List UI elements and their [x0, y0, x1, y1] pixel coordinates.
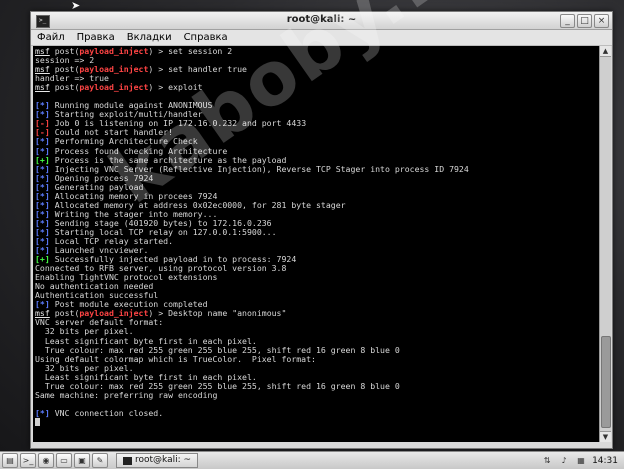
taskbar-task-label: root@kali: ~ [135, 455, 192, 465]
vertical-scrollbar[interactable]: ▲ ▼ [599, 46, 611, 442]
network-icon[interactable]: ⇅ [541, 455, 553, 466]
taskbar: ▤ >_ ◉ ▭ ▣ ✎ root@kali: ~ ⇅ ♪ ▦ 14:31 [0, 451, 624, 469]
terminal-line [35, 418, 599, 427]
terminal-text: ) > set handler true [148, 64, 247, 75]
terminal-line: Same machine: preferring raw encoding [35, 389, 599, 400]
terminal-icon[interactable]: >_ [20, 453, 36, 468]
scroll-up-arrow-icon[interactable]: ▲ [600, 46, 611, 57]
menu-bar: Файл Правка Вкладки Справка [31, 30, 612, 46]
terminal-text: post( [49, 82, 80, 93]
files-icon[interactable]: ▭ [56, 453, 72, 468]
terminal-mini-icon [123, 456, 132, 465]
volume-icon[interactable]: ♪ [558, 455, 570, 466]
terminal-window[interactable]: >_ root@kali: ~ _ □ × Файл Правка Вкладк… [30, 11, 613, 449]
scrollbar-thumb[interactable] [601, 336, 611, 428]
terminal-text: msf [35, 82, 50, 93]
window-title: root@kali: ~ [286, 14, 357, 25]
mouse-pointer-icon: ➤ [71, 0, 81, 12]
menu-tabs[interactable]: Вкладки [127, 32, 172, 43]
terminal-text: ) > exploit [148, 82, 203, 93]
terminal-output[interactable]: msf post(payload_inject) > set session 2… [33, 46, 599, 442]
terminal-lines: msf post(payload_inject) > set session 2… [33, 46, 599, 427]
clock: 14:31 [592, 455, 618, 466]
terminal-line: msf post(payload_inject) > set handler t… [35, 65, 599, 74]
terminal-text: ) > set session 2 [148, 46, 233, 56]
terminal-text: payload_inject [79, 82, 149, 93]
taskbar-task-terminal[interactable]: root@kali: ~ [116, 453, 199, 468]
minimize-button[interactable]: _ [560, 14, 575, 28]
terminal-line: msf post(payload_inject) > exploit [35, 83, 599, 92]
close-button[interactable]: × [594, 14, 609, 28]
browser-icon[interactable]: ◉ [38, 453, 54, 468]
terminal-line: [*] VNC connection closed. [35, 407, 599, 418]
monitor-icon[interactable]: ▣ [74, 453, 90, 468]
terminal-text: [*] [35, 407, 50, 418]
menu-help[interactable]: Справка [184, 32, 228, 43]
terminal-cursor [35, 418, 40, 427]
menu-icon[interactable]: ▤ [2, 453, 18, 468]
scroll-down-arrow-icon[interactable]: ▼ [600, 431, 611, 442]
menu-file[interactable]: Файл [37, 32, 65, 43]
system-tray: ⇅ ♪ ▦ 14:31 [541, 455, 624, 466]
terminal-text: VNC connection closed. [49, 407, 164, 418]
menu-edit[interactable]: Правка [77, 32, 115, 43]
maximize-button[interactable]: □ [577, 14, 592, 28]
terminal-text: Same machine: preferring raw encoding [35, 389, 218, 400]
terminal-line: msf post(payload_inject) > set session 2 [35, 46, 599, 56]
workspace-icon[interactable]: ▦ [575, 455, 587, 466]
editor-icon[interactable]: ✎ [92, 453, 108, 468]
title-bar[interactable]: >_ root@kali: ~ _ □ × [31, 12, 612, 30]
terminal-text: ) > Desktop name "anonimous" [148, 308, 287, 319]
